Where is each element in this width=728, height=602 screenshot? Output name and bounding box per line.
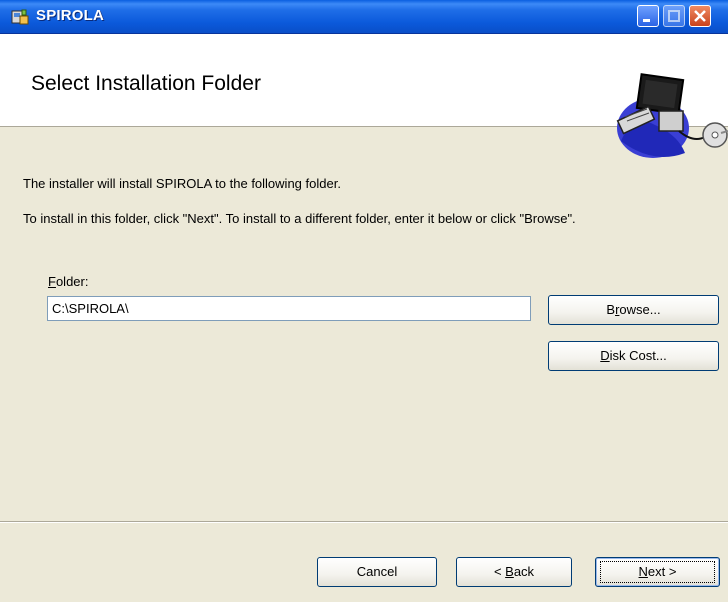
install-instructions-text: To install in this folder, click "Next".… xyxy=(23,211,576,226)
browse-button[interactable]: Browse... xyxy=(548,295,719,325)
folder-label: Folder: xyxy=(48,274,88,289)
cancel-button[interactable]: Cancel xyxy=(317,557,437,587)
minimize-button[interactable] xyxy=(637,5,659,27)
install-info-text: The installer will install SPIROLA to th… xyxy=(23,176,341,191)
page-title: Select Installation Folder xyxy=(31,72,261,95)
back-label-pre: < xyxy=(493,564,506,579)
footer-separator xyxy=(0,521,728,523)
close-button[interactable] xyxy=(689,5,711,27)
computer-cd-icon xyxy=(613,73,728,163)
minimize-icon xyxy=(643,19,650,22)
browse-label-post: owse... xyxy=(619,302,661,317)
header-banner: Select Installation Folder xyxy=(0,34,728,158)
browse-label-pre: B xyxy=(606,302,616,317)
title-bar[interactable]: SPIROLA xyxy=(0,0,728,34)
back-label-accesskey: B xyxy=(505,564,514,579)
close-icon xyxy=(694,10,706,22)
installer-icon xyxy=(10,7,30,27)
maximize-icon xyxy=(668,10,680,22)
maximize-button[interactable] xyxy=(663,5,685,27)
installer-window: SPIROLA Select Installation Folder The i… xyxy=(0,0,728,602)
folder-label-text: older: xyxy=(55,274,89,289)
folder-input[interactable] xyxy=(47,296,531,321)
back-button[interactable]: < Back xyxy=(456,557,572,587)
disk-cost-label-accesskey: D xyxy=(600,348,610,363)
focus-ring xyxy=(600,561,715,583)
disk-cost-button[interactable]: Disk Cost... xyxy=(548,341,719,371)
next-button[interactable]: Next > xyxy=(595,557,720,587)
folder-label-accesskey: F xyxy=(48,274,56,289)
back-label-post: ack xyxy=(513,564,535,579)
window-title: SPIROLA xyxy=(36,7,105,24)
disk-cost-label-rest: isk Cost... xyxy=(609,348,667,363)
